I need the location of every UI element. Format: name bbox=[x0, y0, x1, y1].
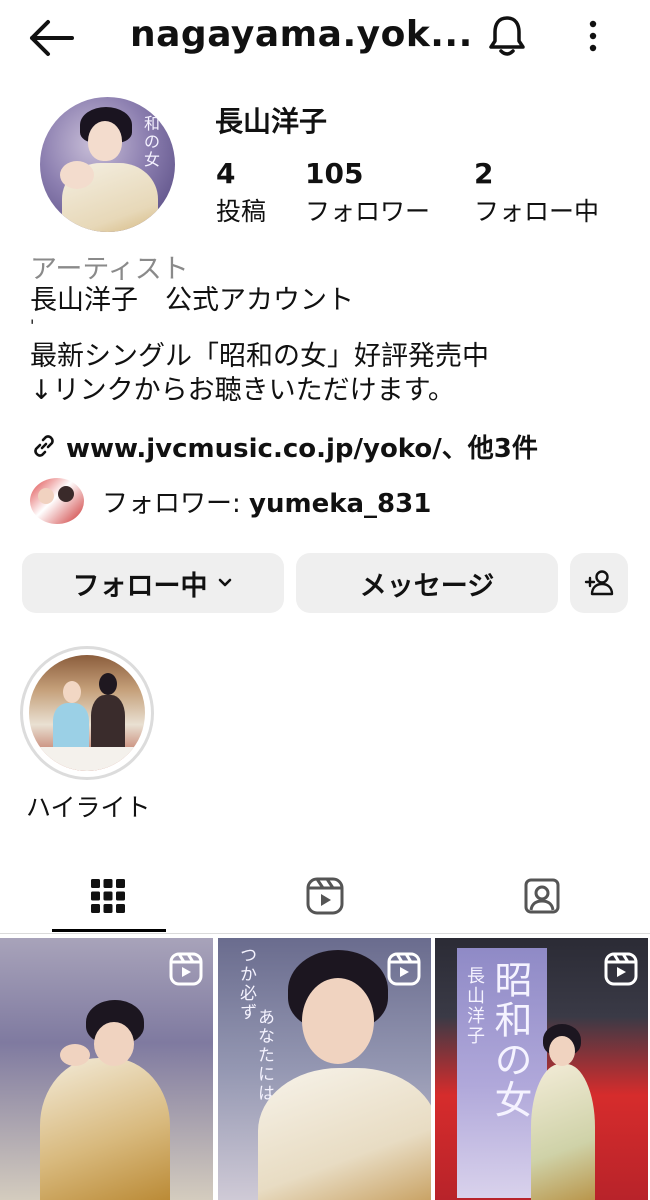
post-caption-text: あなたには bbox=[254, 1008, 274, 1103]
profile-display-name: 長山洋子 bbox=[215, 105, 328, 138]
stat-followers[interactable]: 105 フォロワー bbox=[305, 157, 430, 231]
add-user-icon bbox=[584, 570, 614, 596]
stat-posts-value: 4 bbox=[216, 157, 236, 190]
profile-avatar[interactable]: 和の女 bbox=[40, 97, 175, 232]
profile-link[interactable]: www.jvcmusic.co.jp/yoko/、他3件 bbox=[30, 428, 538, 464]
post-thumbnail[interactable]: つか必ず あなたには bbox=[218, 938, 431, 1200]
following-button-label: フォロー中 bbox=[72, 570, 208, 602]
bell-icon[interactable] bbox=[486, 14, 528, 58]
chevron-down-icon bbox=[218, 578, 231, 587]
highlight-item[interactable] bbox=[20, 646, 154, 780]
avatar-script-text: 和の女 bbox=[144, 114, 161, 169]
profile-bio: 長山洋子 公式アカウント ' 最新シングル「昭和の女」好評発売中 ↓リンクからお… bbox=[30, 284, 489, 408]
profile-category: アーティスト bbox=[30, 254, 189, 285]
post-thumbnail[interactable] bbox=[0, 938, 213, 1200]
stat-posts-label: 投稿 bbox=[216, 197, 267, 226]
followed-by-user: yumeka_831 bbox=[249, 488, 432, 519]
posts-grid: つか必ず あなたには 昭和の女 長山洋子 bbox=[0, 938, 650, 1200]
message-button-label: メッセージ bbox=[359, 570, 495, 602]
message-button[interactable]: メッセージ bbox=[296, 553, 558, 613]
active-tab-indicator bbox=[52, 929, 166, 932]
post-thumbnail[interactable]: 昭和の女 長山洋子 bbox=[435, 938, 648, 1200]
stat-following[interactable]: 2 フォロー中 bbox=[474, 157, 599, 231]
stat-followers-value: 105 bbox=[305, 157, 364, 190]
followed-by-prefix: フォロワー: bbox=[102, 488, 250, 519]
bio-line: 最新シングル「昭和の女」好評発売中 bbox=[30, 341, 489, 372]
avatar-face-shape bbox=[88, 121, 122, 161]
reels-icon bbox=[604, 952, 638, 986]
tab-tagged[interactable] bbox=[434, 858, 650, 934]
tab-reels[interactable] bbox=[217, 858, 433, 934]
more-vertical-icon[interactable] bbox=[580, 18, 606, 54]
bio-line: ↓リンクからお聴きいただけます。 bbox=[30, 375, 455, 406]
highlight-label: ハイライト bbox=[26, 793, 151, 822]
profile-tabs bbox=[0, 858, 650, 934]
stat-followers-label: フォロワー bbox=[305, 197, 431, 226]
link-icon bbox=[34, 435, 54, 457]
reels-icon bbox=[306, 877, 344, 915]
stat-following-value: 2 bbox=[474, 157, 494, 190]
top-bar: nagayama.yok... bbox=[0, 0, 650, 80]
avatar-hands-shape bbox=[60, 161, 94, 189]
highlight-cover bbox=[29, 655, 145, 771]
stat-following-label: フォロー中 bbox=[474, 197, 600, 226]
reels-icon bbox=[169, 952, 203, 986]
followed-by-text: フォロワー: yumeka_831 bbox=[102, 483, 431, 520]
arrow-left-icon[interactable] bbox=[28, 18, 74, 58]
bio-line: ' bbox=[30, 316, 35, 335]
reels-icon bbox=[387, 952, 421, 986]
profile-username: nagayama.yok... bbox=[130, 14, 473, 55]
tab-grid[interactable] bbox=[0, 858, 216, 934]
tagged-icon bbox=[524, 878, 560, 914]
add-user-button[interactable] bbox=[570, 553, 628, 613]
post-banner-title: 昭和の女 bbox=[488, 960, 532, 1120]
follower-avatar bbox=[30, 478, 84, 524]
followed-by-row[interactable]: フォロワー: yumeka_831 bbox=[30, 478, 431, 524]
following-button[interactable]: フォロー中 bbox=[22, 553, 284, 613]
stat-posts[interactable]: 4 投稿 bbox=[216, 157, 266, 231]
grid-icon bbox=[91, 879, 125, 913]
profile-link-text: www.jvcmusic.co.jp/yoko/、他3件 bbox=[66, 433, 538, 464]
bio-line: 長山洋子 公式アカウント bbox=[30, 285, 354, 316]
post-banner-name: 長山洋子 bbox=[464, 966, 485, 1046]
